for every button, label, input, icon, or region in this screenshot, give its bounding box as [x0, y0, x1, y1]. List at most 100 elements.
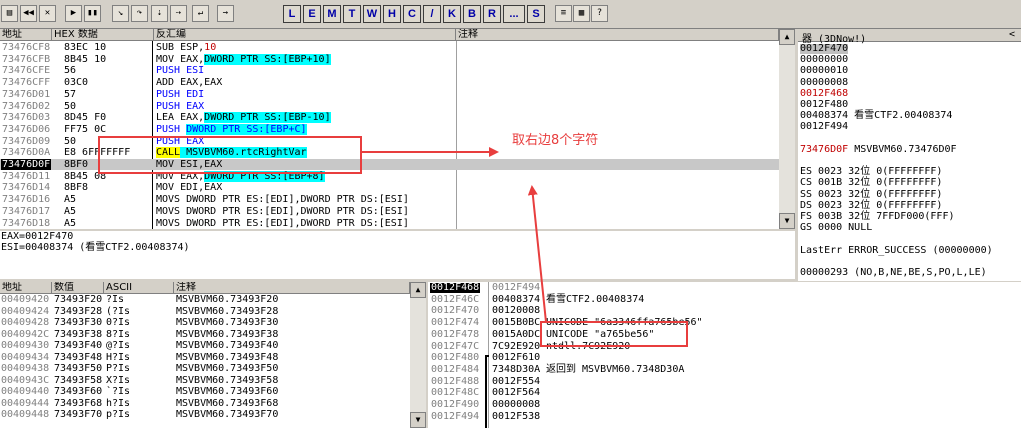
trace-into-icon[interactable]: ⇣	[151, 5, 168, 22]
toolbar-button-11[interactable]: ...	[503, 5, 525, 23]
stack-row[interactable]: 0012F480 0012F610	[428, 353, 1021, 363]
dump-header-comment[interactable]: 注释	[174, 282, 410, 294]
stack-row[interactable]: 0012F48C 0012F564	[428, 388, 1021, 398]
register-line[interactable]: 00000010	[800, 66, 848, 76]
register-line[interactable]: 0012F480	[800, 100, 848, 110]
dump-pane[interactable]: 地址 数值 ASCII 注释 00409420 73493F20 ?Is MSVBV…	[0, 282, 426, 428]
stack-row[interactable]: 0012F488 0012F554	[428, 376, 1021, 387]
execute-till-return-icon[interactable]: ↵	[192, 5, 209, 22]
dump-header-ascii[interactable]: ASCII	[104, 282, 174, 294]
toolbar-button-7[interactable]: /	[423, 5, 441, 23]
stack-row[interactable]: 0012F484 7348D30A 返回到 MSVBVM60.7348D30A	[428, 364, 1021, 375]
disasm-header-hex[interactable]: HEX 数据	[52, 29, 154, 41]
register-line[interactable]: 0012F470	[800, 44, 849, 54]
toolbar-button-10[interactable]: R	[483, 5, 501, 23]
register-line[interactable]: 73476D0F MSVBVM60.73476D0F	[800, 144, 957, 155]
disasm-scrollbar[interactable]: ▲ ▼	[779, 29, 795, 229]
dump-row[interactable]: 00409428 73493F30 0?Is MSVBVM60.73493F30	[0, 318, 410, 328]
toolbar-button-8[interactable]: K	[443, 5, 461, 23]
register-line[interactable]: 00000008	[800, 77, 848, 88]
disasm-header-address[interactable]: 地址	[0, 29, 52, 41]
collapse-icon[interactable]: <	[1009, 29, 1015, 40]
palette-icon[interactable]: ▦	[573, 5, 590, 22]
stack-row[interactable]: 0012F474 0015B0BC UNICODE "6a3346ffa765be5…	[428, 318, 1021, 328]
register-line[interactable]: 00408374 看雪CTF2.00408374	[800, 111, 952, 121]
stack-row[interactable]: 0012F46C 00408374 看雪CTF2.00408374	[428, 294, 1021, 305]
disasm-row[interactable]: 73476CFF 03C0 ADD EAX,EAX	[0, 77, 779, 88]
dump-value: 73493F60	[54, 386, 103, 397]
open-icon[interactable]: ▤	[1, 5, 18, 22]
step-over-icon[interactable]: ↷	[131, 5, 148, 22]
toolbar-button-9[interactable]: B	[463, 5, 481, 23]
disasm-row[interactable]: 73476D14 8BF8 MOV EDI,EAX	[0, 182, 779, 193]
disasm-row[interactable]: 73476D03 8D45 F0 LEA EAX,DWORD PTR SS:[EBP…	[0, 112, 779, 124]
scroll-down-icon[interactable]: ▼	[779, 213, 795, 229]
register-line[interactable]: 0012F468	[800, 88, 848, 99]
disasm-row[interactable]: 73476D16 A5 MOVS DWORD PTR ES:[EDI],DWORD …	[0, 194, 779, 205]
scroll-up-icon[interactable]: ▲	[410, 282, 426, 298]
disasm-row[interactable]: 73476D06 FF75 0C PUSH DWORD PTR SS:[EBP+C]	[0, 123, 779, 135]
register-line[interactable]: LastErr ERROR_SUCCESS (00000000)	[800, 245, 993, 256]
disasm-row[interactable]: 73476D17 A5 MOVS DWORD PTR ES:[EDI],DWORD …	[0, 206, 779, 217]
register-line[interactable]: 00000293 (NO,B,NE,BE,S,PO,L,LE)	[800, 268, 987, 278]
toolbar-button-5[interactable]: H	[383, 5, 401, 23]
dump-row[interactable]: 0040943C 73493F58 X?Is MSVBVM60.73493F58	[0, 375, 410, 386]
stack-row[interactable]: 0012F468 0012F494	[428, 283, 1021, 293]
toolbar-button-12[interactable]: S	[527, 5, 545, 23]
disasm-header-comment[interactable]: 注释	[456, 29, 779, 41]
stack-row[interactable]: 0012F490 00000008	[428, 400, 1021, 410]
toolbar-button-1[interactable]: E	[303, 5, 321, 23]
scroll-up-icon[interactable]: ▲	[779, 29, 795, 45]
dump-row[interactable]: 00409440 73493F60 `?Is MSVBVM60.73493F60	[0, 387, 410, 397]
close-icon[interactable]: ✕	[39, 5, 56, 22]
disasm-row[interactable]: 73476CFB 8B45 10 MOV EAX,DWORD PTR SS:[EBP…	[0, 53, 779, 65]
help-icon[interactable]: ?	[591, 5, 608, 22]
disassembly-pane[interactable]: 地址 HEX 数据 反汇编 注释 73476CF8 83EC 10 SUB ESP,…	[0, 29, 795, 229]
register-line[interactable]: CS 001B 32位 0(FFFFFFFF)	[800, 178, 942, 188]
disasm-row[interactable]: 73476D02 50 PUSH EAX	[0, 101, 779, 112]
dump-header-value[interactable]: 数值	[52, 282, 104, 294]
dump-row[interactable]: 00409438 73493F50 P?Is MSVBVM60.73493F50	[0, 364, 410, 374]
go-to-icon[interactable]: →	[217, 5, 234, 22]
registers-pane[interactable]: 器 (3DNow!) < 0012F470 00000000 00000010 000…	[798, 29, 1021, 281]
list-icon[interactable]: ≡	[555, 5, 572, 22]
rewind-icon[interactable]: ◀◀	[20, 5, 37, 22]
toolbar-button-6[interactable]: C	[403, 5, 421, 23]
stack-row[interactable]: 0012F478 0015A0DC UNICODE "a765be56"	[428, 329, 1021, 340]
disasm-row[interactable]: 73476D01 57 PUSH EDI	[0, 89, 779, 100]
disasm-row[interactable]: 73476CF8 83EC 10 SUB ESP,10	[0, 42, 779, 53]
dump-header-address[interactable]: 地址	[0, 282, 52, 294]
disasm-row[interactable]: 73476D18 A5 MOVS DWORD PTR ES:[EDI],DWORD …	[0, 218, 779, 229]
toolbar-button-4[interactable]: W	[363, 5, 381, 23]
register-line[interactable]: GS 0000 NULL	[800, 223, 872, 233]
register-line[interactable]: ES 0023 32位 0(FFFFFFFF)	[800, 167, 942, 177]
toolbar-button-2[interactable]: M	[323, 5, 341, 23]
disasm-header-disasm[interactable]: 反汇编	[154, 29, 456, 41]
stack-row[interactable]: 0012F47C 7C92E920 ntdll.7C92E920	[428, 341, 1021, 352]
dump-row[interactable]: 0040942C 73493F38 8?Is MSVBVM60.73493F38	[0, 329, 410, 340]
register-line[interactable]: 0012F494	[800, 122, 848, 132]
dump-row[interactable]: 00409420 73493F20 ?Is MSVBVM60.73493F20	[0, 295, 410, 305]
register-line[interactable]: FS 003B 32位 7FFDF000(FFF)	[800, 212, 955, 222]
stack-address: 0012F470	[431, 305, 480, 317]
stack-row[interactable]: 0012F494 0012F538	[428, 411, 1021, 422]
register-line[interactable]: DS 0023 32位 0(FFFFFFFF)	[800, 200, 942, 211]
scroll-down-icon[interactable]: ▼	[410, 412, 426, 428]
dump-row[interactable]: 00409444 73493F68 h?Is MSVBVM60.73493F68	[0, 398, 410, 409]
toolbar-button-0[interactable]: L	[283, 5, 301, 23]
stack-row[interactable]: 0012F470 00120008	[428, 306, 1021, 316]
dump-row[interactable]: 00409424 73493F28 (?Is MSVBVM60.73493F28	[0, 306, 410, 317]
trace-over-icon[interactable]: ⇢	[170, 5, 187, 22]
dump-row[interactable]: 00409434 73493F48 H?Is MSVBVM60.73493F48	[0, 352, 410, 363]
dump-row[interactable]: 00409430 73493F40 @?Is MSVBVM60.73493F40	[0, 341, 410, 351]
pause-icon[interactable]: ▮▮	[84, 5, 101, 22]
toolbar-button-3[interactable]: T	[343, 5, 361, 23]
register-line[interactable]: 00000000	[800, 55, 848, 65]
run-icon[interactable]: ▶	[65, 5, 82, 22]
dump-row[interactable]: 00409448 73493F70 p?Is MSVBVM60.73493F70	[0, 410, 410, 420]
disasm-row[interactable]: 73476CFE 56 PUSH ESI	[0, 65, 779, 76]
stack-pane[interactable]: 0012F468 0012F494 0012F46C 00408374 看雪CTF2.0…	[428, 282, 1021, 428]
step-into-icon[interactable]: ↘	[112, 5, 129, 22]
register-line[interactable]: SS 0023 32位 0(FFFFFFFF)	[800, 189, 942, 200]
dump-scrollbar[interactable]: ▲ ▼	[410, 282, 426, 428]
